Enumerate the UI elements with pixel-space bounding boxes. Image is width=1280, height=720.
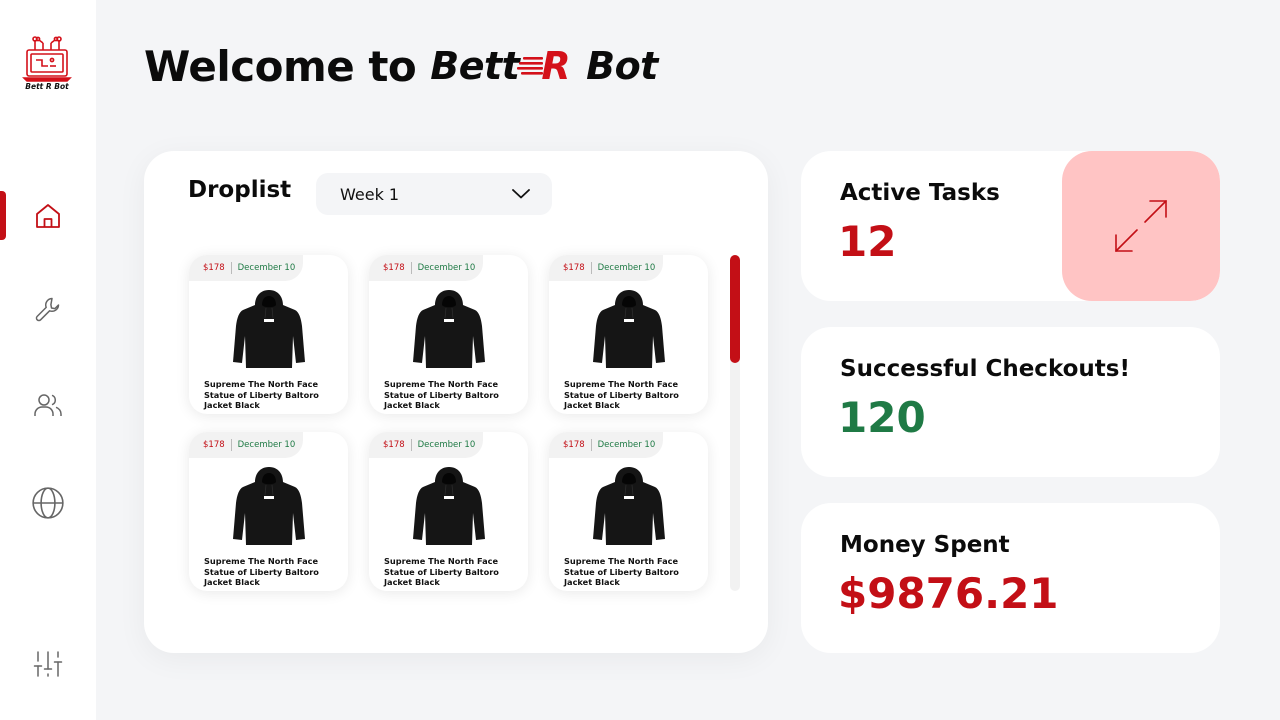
product-date: December 10 [597,440,656,450]
hoodie-image [593,466,665,546]
hoodie-image [413,466,485,546]
hoodie-image [233,466,305,546]
product-card[interactable]: $178 December 10 Supreme The North Face S… [189,432,348,591]
product-date: December 10 [597,263,656,273]
sliders-icon [33,651,63,677]
product-tag: $178 December 10 [189,432,303,458]
wrench-icon [35,297,60,322]
product-date: December 10 [417,263,476,273]
speed-streaks-icon [517,57,544,75]
product-card[interactable]: $178 December 10 Supreme The North Face S… [549,255,708,414]
product-name: Supreme The North Face Statue of Liberty… [384,379,499,410]
logo-text: Bett R Bot [25,82,69,91]
hoodie-image [413,289,485,369]
money-spent-value: $9876.21 [838,569,1059,618]
product-grid: $178 December 10 Supreme The North Face S… [189,255,709,591]
product-price: $178 [189,262,232,274]
globe-icon [32,487,64,519]
droplist-scrollbar[interactable] [730,255,740,591]
product-date: December 10 [417,440,476,450]
active-tasks-label: Active Tasks [840,180,1000,206]
expand-icon [1115,200,1167,252]
brand-r-letter: R [541,44,571,88]
brand-part2: Bot [586,44,658,88]
product-date: December 10 [237,263,296,273]
scrollbar-thumb[interactable] [730,255,740,363]
product-card[interactable]: $178 December 10 Supreme The North Face S… [189,255,348,414]
product-name: Supreme The North Face Statue of Liberty… [564,556,679,587]
active-tasks-value: 12 [838,217,897,266]
product-price: $178 [189,439,232,451]
product-name: Supreme The North Face Statue of Liberty… [204,379,319,410]
checkouts-label: Successful Checkouts! [840,356,1130,382]
product-tag: $178 December 10 [549,432,663,458]
product-name: Supreme The North Face Statue of Liberty… [384,556,499,587]
checkouts-card: Successful Checkouts! 120 [801,327,1220,477]
home-icon [36,204,60,228]
product-price: $178 [549,439,592,451]
product-name: Supreme The North Face Statue of Liberty… [204,556,319,587]
product-price: $178 [369,439,412,451]
checkouts-value: 120 [838,393,926,442]
page-title: Welcome to Bett R Bot [144,38,658,94]
users-icon [34,394,62,416]
welcome-text: Welcome to [144,41,417,91]
product-price: $178 [549,262,592,274]
nav-tools[interactable] [0,286,96,334]
product-date: December 10 [237,440,296,450]
week-dropdown-value: Week 1 [340,184,400,204]
product-card[interactable]: $178 December 10 Supreme The North Face S… [369,432,528,591]
brand-part1: Bett [430,44,520,88]
product-tag: $178 December 10 [189,255,303,281]
product-tag: $178 December 10 [549,255,663,281]
hoodie-image [233,289,305,369]
product-name: Supreme The North Face Statue of Liberty… [564,379,679,410]
money-spent-card: Money Spent $9876.21 [801,503,1220,653]
brand-r: R [517,44,571,88]
nav-users[interactable] [0,381,96,429]
product-tag: $178 December 10 [369,432,483,458]
product-tag: $178 December 10 [369,255,483,281]
app-logo[interactable]: Bett R Bot [22,36,72,92]
hoodie-image [593,289,665,369]
nav-home[interactable] [0,192,96,240]
droplist-panel: Droplist Week 1 $178 December 10 Supreme … [144,151,768,653]
droplist-title: Droplist [188,177,292,203]
brand-wordmark: Bett R Bot [430,44,658,88]
chevron-down-icon [512,189,530,199]
expand-button[interactable] [1062,151,1220,301]
nav-settings[interactable] [0,640,96,688]
week-dropdown[interactable]: Week 1 [316,173,552,215]
product-card[interactable]: $178 December 10 Supreme The North Face S… [369,255,528,414]
product-price: $178 [369,262,412,274]
sidebar: Bett R Bot [0,0,96,720]
nav-globe[interactable] [0,479,96,527]
product-card[interactable]: $178 December 10 Supreme The North Face S… [549,432,708,591]
active-tasks-card: Active Tasks 12 [801,151,1220,301]
money-spent-label: Money Spent [840,532,1010,558]
